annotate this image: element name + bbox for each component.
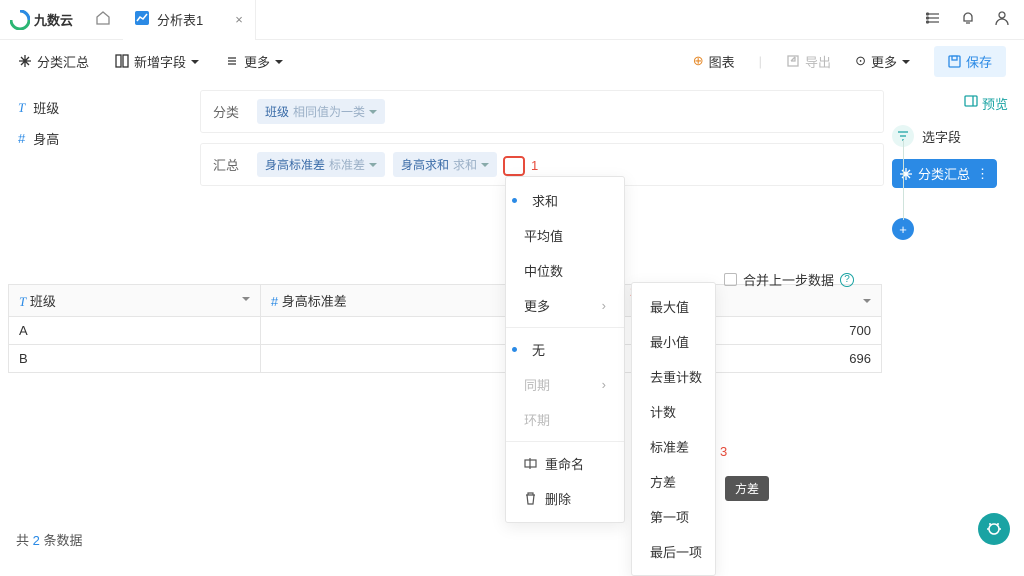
- number-type-icon: #: [18, 131, 25, 146]
- menu-delete[interactable]: 删除: [506, 481, 624, 516]
- col-class[interactable]: T 班级: [9, 285, 261, 317]
- menu-median[interactable]: 中位数: [506, 253, 624, 288]
- title-bar: 九数云 分析表1 ×: [0, 0, 1024, 40]
- merge-previous-checkbox[interactable]: 合并上一步数据 ?: [724, 270, 854, 289]
- menu-rename[interactable]: 重命名: [506, 446, 624, 481]
- step-summary[interactable]: 分类汇总 ⋮: [892, 159, 1024, 188]
- home-button[interactable]: [83, 10, 123, 29]
- summary-label: 汇总: [213, 155, 257, 174]
- submenu-stddev[interactable]: 标准差: [632, 429, 715, 464]
- chevron-down-icon[interactable]: [369, 158, 377, 172]
- step-select-field[interactable]: 选字段: [892, 125, 1024, 147]
- submenu-count[interactable]: 计数: [632, 394, 715, 429]
- more-icon[interactable]: ⋮: [976, 166, 989, 182]
- annotation-3: 3: [720, 444, 727, 459]
- chevron-down-icon[interactable]: [481, 158, 489, 172]
- annotation-1: 1: [531, 158, 538, 173]
- submenu-dcount[interactable]: 去重计数: [632, 359, 715, 394]
- field-height[interactable]: # 身高: [18, 123, 182, 154]
- menu-none[interactable]: 无: [506, 332, 624, 367]
- submenu-last[interactable]: 最后一项: [632, 534, 715, 569]
- tool-more[interactable]: 更多: [225, 52, 283, 71]
- result-table: T 班级 # 身高标准差 A 2 700 B 3 696: [0, 284, 890, 373]
- chevron-down-icon[interactable]: [369, 105, 377, 119]
- category-label: 分类: [213, 102, 257, 121]
- tool-summary[interactable]: 分类汇总: [18, 52, 89, 71]
- record-count: 共 2 条数据: [16, 530, 83, 549]
- tab-analysis-1[interactable]: 分析表1 ×: [123, 0, 256, 40]
- tool-chart[interactable]: ⊕图表: [693, 52, 735, 71]
- text-type-icon: T: [18, 100, 25, 116]
- pill-stddev[interactable]: 身高标准差 标准差: [257, 152, 385, 177]
- variance-tooltip: 方差: [725, 476, 769, 501]
- tool-right-more[interactable]: ⊙更多: [855, 52, 910, 71]
- bell-icon[interactable]: [960, 10, 976, 29]
- close-icon[interactable]: ×: [235, 12, 243, 27]
- category-row: 分类 班级 相同值为一类: [200, 90, 884, 133]
- table-row: A 2 700: [9, 317, 882, 345]
- pill-sum[interactable]: 身高求和 求和: [393, 152, 497, 177]
- tab-label: 分析表1: [157, 10, 203, 29]
- add-step-button[interactable]: +: [892, 218, 914, 240]
- steps-panel: 预览 选字段 分类汇总 ⋮ +: [884, 82, 1024, 381]
- tool-export[interactable]: 导出: [786, 52, 831, 71]
- submenu-variance[interactable]: 方差: [632, 464, 715, 499]
- analysis-icon: [135, 11, 149, 28]
- checkbox-icon[interactable]: [724, 273, 737, 286]
- submenu-first[interactable]: 第一项: [632, 499, 715, 534]
- menu-avg[interactable]: 平均值: [506, 218, 624, 253]
- save-button[interactable]: 保存: [934, 46, 1006, 77]
- tool-add-field[interactable]: 新增字段: [115, 52, 199, 71]
- support-button[interactable]: [978, 513, 1010, 545]
- aggregate-submenu: 最大值 最小值 去重计数 计数 标准差 方差 第一项 最后一项: [631, 282, 716, 576]
- menu-yoy: 同期›: [506, 367, 624, 402]
- user-icon[interactable]: [994, 10, 1010, 29]
- list-icon[interactable]: [926, 10, 942, 29]
- pill-class[interactable]: 班级 相同值为一类: [257, 99, 385, 124]
- menu-mom: 环期: [506, 402, 624, 437]
- submenu-max[interactable]: 最大值: [632, 289, 715, 324]
- submenu-min[interactable]: 最小值: [632, 324, 715, 359]
- menu-sum[interactable]: 求和: [506, 183, 624, 218]
- brand-logo[interactable]: 九数云: [0, 10, 83, 30]
- help-icon[interactable]: ?: [840, 273, 854, 287]
- field-class[interactable]: T 班级: [18, 92, 182, 123]
- preview-button[interactable]: 预览: [884, 94, 1024, 113]
- menu-more[interactable]: 更多›: [506, 288, 624, 323]
- table-row: B 3 696: [9, 345, 882, 373]
- aggregate-menu: 求和 平均值 中位数 更多› 无 同期› 环期 重命名 删除: [505, 176, 625, 523]
- toolbar: 分类汇总 新增字段 更多 ⊕图表 | 导出 ⊙更多 保存: [0, 40, 1024, 82]
